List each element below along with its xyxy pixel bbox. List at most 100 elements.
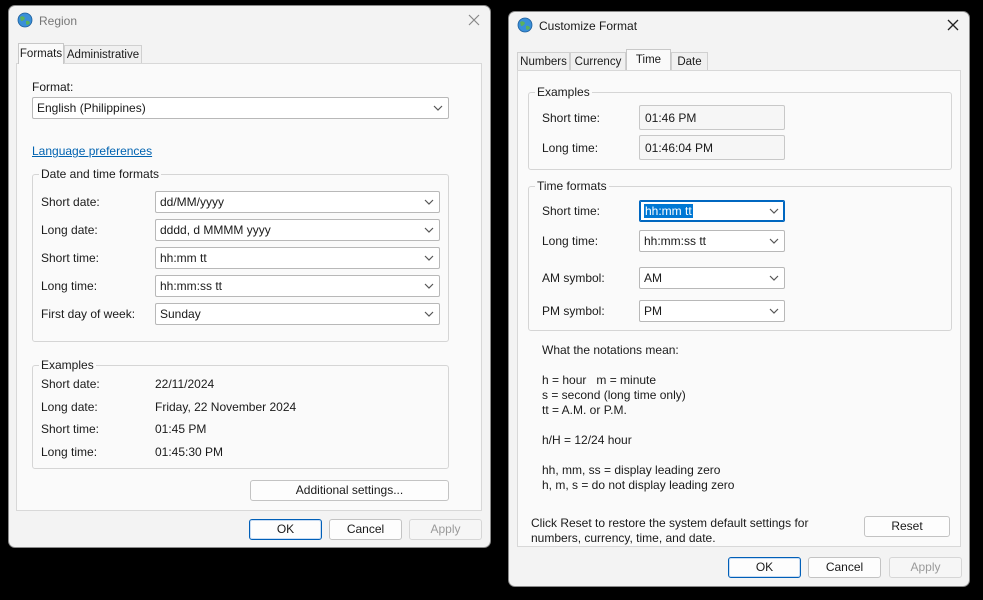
customize-format-window: Customize Format Numbers Currency Time D… — [508, 11, 970, 587]
customize-titlebar[interactable]: Customize Format — [509, 12, 969, 44]
pm-symbol-select[interactable]: PM — [639, 300, 785, 322]
long-date-value: dddd, d MMMM yyyy — [160, 223, 271, 237]
short-time-value: hh:mm tt — [644, 204, 693, 218]
apply-button[interactable]: Apply — [409, 519, 482, 540]
tab-currency[interactable]: Currency — [570, 52, 626, 71]
example-short-time-field: 01:46 PM — [639, 105, 785, 130]
short-date-value: dd/MM/yyyy — [160, 195, 225, 209]
ok-button[interactable]: OK — [728, 557, 801, 578]
example-label: Short time: — [542, 111, 601, 125]
tab-label: Date — [677, 56, 702, 68]
group-title: Examples — [39, 358, 96, 372]
long-time-select[interactable]: hh:mm:ss tt — [155, 275, 440, 297]
tab-label: Numbers — [520, 56, 567, 68]
chevron-down-icon — [424, 255, 434, 261]
time-panel: Examples Short time: 01:46 PM Long time:… — [517, 70, 961, 547]
tab-numbers[interactable]: Numbers — [517, 52, 570, 71]
group-title: Time formats — [535, 179, 609, 193]
format-select[interactable]: English (Philippines) — [32, 97, 449, 119]
long-time-value: hh:mm:ss tt — [160, 279, 223, 293]
region-window: Region Formats Administrative Format: En… — [8, 5, 491, 548]
tab-time[interactable]: Time — [626, 49, 671, 70]
tab-label: Formats — [19, 48, 63, 60]
tab-label: Administrative — [66, 49, 140, 61]
long-time-label: Long time: — [542, 234, 599, 248]
example-label: Long date: — [41, 400, 98, 414]
example-value: 01:46:04 PM — [645, 141, 714, 155]
chevron-down-icon — [424, 199, 434, 205]
window-title: Customize Format — [539, 19, 638, 33]
chevron-down-icon — [769, 238, 779, 244]
close-icon[interactable] — [466, 12, 482, 28]
ok-button[interactable]: OK — [249, 519, 322, 540]
example-label: Short date: — [41, 377, 100, 391]
notation-line: s = second (long time only) — [542, 388, 686, 402]
short-time-label: Short time: — [41, 251, 100, 265]
example-label: Long time: — [41, 445, 98, 459]
notation-line: h = hour m = minute — [542, 373, 657, 387]
am-symbol-label: AM symbol: — [542, 271, 605, 285]
short-time-value: hh:mm tt — [160, 251, 207, 265]
group-title: Date and time formats — [39, 167, 162, 181]
additional-settings-button[interactable]: Additional settings... — [250, 480, 449, 501]
group-title: Examples — [535, 85, 592, 99]
chevron-down-icon — [424, 283, 434, 289]
formats-panel: Format: English (Philippines) Language p… — [16, 63, 482, 511]
format-value: English (Philippines) — [37, 101, 146, 115]
tab-label: Currency — [574, 56, 622, 68]
reset-description: numbers, currency, time, and date. — [531, 531, 716, 545]
short-time-value-wrap: hh:mm tt — [644, 204, 693, 218]
tab-date[interactable]: Date — [671, 52, 708, 71]
long-time-label: Long time: — [41, 279, 98, 293]
notation-line: tt = A.M. or P.M. — [542, 403, 627, 417]
tab-administrative[interactable]: Administrative — [64, 45, 142, 64]
notation-line: hh, mm, ss = display leading zero — [542, 463, 721, 477]
cancel-button[interactable]: Cancel — [808, 557, 881, 578]
example-value: 01:45 PM — [155, 422, 207, 436]
chevron-down-icon — [769, 208, 779, 214]
tab-label: Time — [635, 54, 662, 66]
am-symbol-select[interactable]: AM — [639, 267, 785, 289]
first-day-label: First day of week: — [41, 307, 136, 321]
language-preferences-link[interactable]: Language preferences — [32, 144, 152, 158]
example-value: 01:46 PM — [645, 111, 697, 125]
long-date-label: Long date: — [41, 223, 98, 237]
chevron-down-icon — [769, 275, 779, 281]
example-label: Short time: — [41, 422, 100, 436]
reset-description: Click Reset to restore the system defaul… — [531, 516, 809, 530]
notations-heading: What the notations mean: — [542, 343, 679, 357]
example-label: Long time: — [542, 141, 599, 155]
short-date-label: Short date: — [41, 195, 100, 209]
chevron-down-icon — [769, 308, 779, 314]
notation-line: h/H = 12/24 hour — [542, 433, 632, 447]
tab-formats[interactable]: Formats — [18, 43, 64, 64]
chevron-down-icon — [433, 105, 443, 111]
short-time-label: Short time: — [542, 204, 601, 218]
globe-icon — [517, 17, 533, 33]
date-time-formats-group: Date and time formats Short date: dd/MM/… — [32, 167, 449, 342]
window-title: Region — [39, 14, 78, 28]
close-icon[interactable] — [945, 17, 961, 33]
apply-button[interactable]: Apply — [889, 557, 962, 578]
short-time-select[interactable]: hh:mm tt — [639, 200, 785, 222]
cancel-button[interactable]: Cancel — [329, 519, 402, 540]
example-value: 01:45:30 PM — [155, 445, 224, 459]
short-date-select[interactable]: dd/MM/yyyy — [155, 191, 440, 213]
format-label: Format: — [32, 80, 74, 94]
pm-symbol-value: PM — [644, 304, 662, 318]
example-long-time-field: 01:46:04 PM — [639, 135, 785, 160]
long-date-select[interactable]: dddd, d MMMM yyyy — [155, 219, 440, 241]
region-titlebar[interactable]: Region — [9, 6, 490, 38]
example-value: 22/11/2024 — [155, 377, 215, 391]
first-day-select[interactable]: Sunday — [155, 303, 440, 325]
long-time-value: hh:mm:ss tt — [644, 234, 707, 248]
globe-icon — [17, 12, 33, 28]
pm-symbol-label: PM symbol: — [542, 304, 605, 318]
reset-button[interactable]: Reset — [864, 516, 950, 537]
chevron-down-icon — [424, 311, 434, 317]
am-symbol-value: AM — [644, 271, 662, 285]
short-time-select[interactable]: hh:mm tt — [155, 247, 440, 269]
time-formats-group: Time formats Short time: hh:mm tt Long t… — [528, 179, 952, 331]
long-time-select[interactable]: hh:mm:ss tt — [639, 230, 785, 252]
examples-group: Examples Short time: 01:46 PM Long time:… — [528, 85, 952, 170]
